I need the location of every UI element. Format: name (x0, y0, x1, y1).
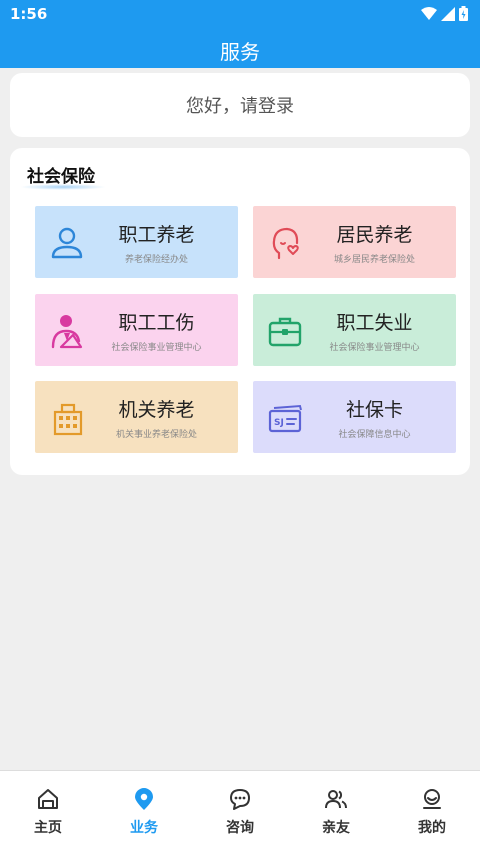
nav-item-mine[interactable]: 我的 (384, 771, 480, 854)
nav-item-business[interactable]: 业务 (96, 771, 192, 854)
tile-subtitle: 社会保险事业管理中心 (111, 343, 202, 353)
tile-resident-pension[interactable]: 居民养老 城乡居民养老保险处 (253, 206, 456, 278)
tile-subtitle: 机关事业养老保险处 (115, 430, 197, 440)
tile-title: 机关养老 (118, 399, 195, 421)
top-bar: 1:56 服务 (0, 0, 480, 68)
section-title: 社会保险 (27, 167, 95, 187)
signal-icon (441, 6, 455, 21)
people-icon (325, 790, 347, 809)
home-icon (38, 789, 58, 809)
login-card[interactable]: 您好，请登录 (10, 73, 470, 137)
social-insurance-section: 社会保险 职工养老 养老保险经办处 居民养老 城乡居民养老保险处 职工工伤 社会… (10, 148, 470, 475)
wifi-icon (421, 6, 437, 20)
tile-subtitle: 养老保险经办处 (124, 255, 188, 265)
status-time: 1:56 (10, 5, 48, 23)
tile-title: 居民养老 (336, 224, 413, 246)
bottom-nav: 主页 业务 咨询 亲友 我的 (0, 770, 480, 854)
location-icon (135, 788, 153, 810)
tile-employee-pension[interactable]: 职工养老 养老保险经办处 (35, 206, 238, 278)
status-icons (421, 6, 468, 21)
tile-subtitle: 社会保障信息中心 (338, 430, 411, 440)
nav-item-consult[interactable]: 咨询 (192, 771, 288, 854)
nav-item-relatives[interactable]: 亲友 (288, 771, 384, 854)
nav-label: 我的 (418, 820, 446, 836)
nav-item-home[interactable]: 主页 (0, 771, 96, 854)
nav-label: 亲友 (322, 820, 350, 836)
tile-government-pension[interactable]: 机关养老 机关事业养老保险处 (35, 381, 238, 453)
chat-icon (230, 789, 250, 810)
tile-social-security-card[interactable]: SJ 社保卡 社会保障信息中心 (253, 381, 456, 453)
nav-label: 咨询 (226, 820, 254, 836)
login-text[interactable]: 您好，请登录 (186, 92, 294, 118)
page-title: 服务 (220, 40, 260, 64)
nav-label: 业务 (130, 820, 158, 836)
tile-title: 职工工伤 (118, 312, 195, 334)
tile-title: 职工失业 (336, 312, 413, 334)
tile-title: 职工养老 (118, 224, 195, 246)
tile-unemployment[interactable]: 职工失业 社会保险事业管理中心 (253, 294, 456, 366)
tile-title: 社保卡 (345, 399, 403, 421)
profile-icon (423, 789, 441, 809)
nav-label: 主页 (34, 820, 62, 836)
battery-icon (459, 6, 468, 21)
tile-subtitle: 社会保险事业管理中心 (329, 343, 420, 353)
tile-subtitle: 城乡居民养老保险处 (333, 255, 415, 265)
tile-work-injury[interactable]: 职工工伤 社会保险事业管理中心 (35, 294, 238, 366)
